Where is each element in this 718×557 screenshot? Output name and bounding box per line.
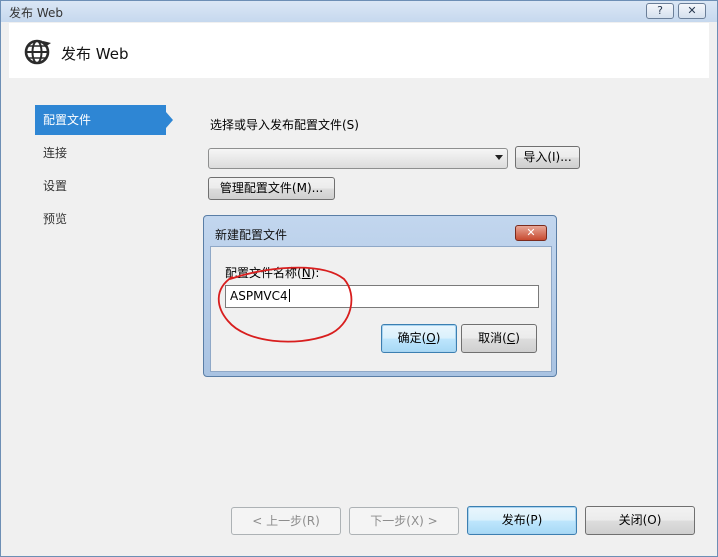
- nav-item-preview[interactable]: 预览: [35, 204, 175, 234]
- publish-button[interactable]: 发布(P): [467, 506, 577, 535]
- nav-item-profile[interactable]: 配置文件: [35, 105, 173, 135]
- wizard-nav: 配置文件 连接 设置 预览: [35, 105, 175, 237]
- header-banner: 发布 Web: [9, 23, 709, 78]
- nav-item-settings[interactable]: 设置: [35, 171, 175, 201]
- globe-icon: [24, 39, 51, 65]
- window-close-button[interactable]: ✕: [678, 3, 706, 19]
- red-annotation-circle: [217, 266, 353, 343]
- close-button[interactable]: 关闭(O): [585, 506, 695, 535]
- cancel-button[interactable]: 取消(C): [461, 324, 537, 353]
- chevron-down-icon: [495, 155, 503, 160]
- dialog-close-button[interactable]: ✕: [515, 225, 547, 241]
- dialog-title: 新建配置文件: [215, 228, 288, 242]
- header-title: 发布 Web: [61, 45, 129, 63]
- window-title: 发布 Web: [9, 6, 63, 20]
- manage-profiles-button[interactable]: 管理配置文件(M)...: [208, 177, 335, 200]
- select-profile-label: 选择或导入发布配置文件(S): [210, 118, 359, 132]
- help-button[interactable]: ?: [646, 3, 674, 19]
- previous-button[interactable]: < 上一步(R): [231, 507, 341, 535]
- nav-item-connection[interactable]: 连接: [35, 138, 175, 168]
- next-button[interactable]: 下一步(X) >: [349, 507, 459, 535]
- ok-button[interactable]: 确定(O): [381, 324, 457, 353]
- import-button[interactable]: 导入(I)...: [515, 146, 580, 169]
- publish-web-window: 发布 Web ? ✕ 发布 Web 配置文件 连接 设置 预览 选择或导入发布配…: [0, 0, 718, 557]
- title-bar: 发布 Web ? ✕: [1, 1, 717, 22]
- profile-combo[interactable]: [208, 148, 508, 169]
